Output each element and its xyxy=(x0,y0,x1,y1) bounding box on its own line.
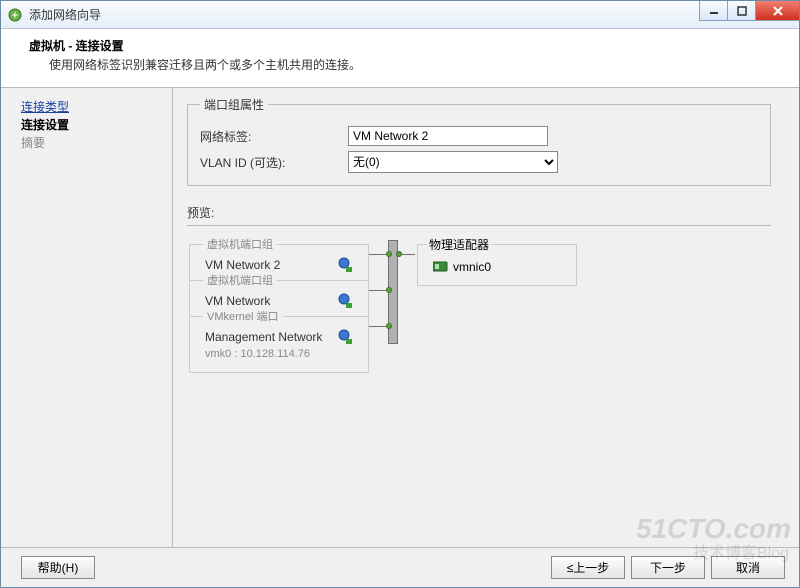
back-button[interactable]: ≤上一步 xyxy=(551,556,625,579)
wizard-body: 连接类型 连接设置 摘要 端口组属性 网络标签: VLAN ID (可选): 无… xyxy=(1,88,799,558)
connector-dot xyxy=(386,287,392,293)
portgroup-fieldset: 端口组属性 网络标签: VLAN ID (可选): 无(0) xyxy=(187,96,771,186)
vmk-detail: vmk0 : 10.128.114.76 xyxy=(199,348,359,364)
portgroup-name-1: VM Network 2 xyxy=(205,258,280,272)
step-summary: 摘要 xyxy=(21,134,160,152)
vmkernel-box: VMkernel 端口 Management Network vmk0 : 10… xyxy=(189,308,369,373)
adapter-name: vmnic0 xyxy=(453,260,491,274)
physical-adapter-box: 物理适配器 vmnic0 xyxy=(417,236,577,286)
wizard-footer: 帮助(H) ≤上一步 下一步 取消 xyxy=(1,547,799,587)
page-title: 虚拟机 - 连接设置 xyxy=(29,37,781,54)
titlebar: 添加网络向导 xyxy=(1,1,799,29)
cancel-button[interactable]: 取消 xyxy=(711,556,785,579)
vmk-name: Management Network xyxy=(205,330,322,344)
wizard-window: 添加网络向导 虚拟机 - 连接设置 使用网络标签识别兼容迁移且两个或多个主机共用… xyxy=(0,0,800,588)
network-icon xyxy=(337,257,353,273)
network-icon xyxy=(337,293,353,309)
network-label-input[interactable] xyxy=(348,126,548,146)
connector-dot xyxy=(396,251,402,257)
maximize-button[interactable] xyxy=(727,1,755,21)
connector-dot xyxy=(386,251,392,257)
vlan-id-select[interactable]: 无(0) xyxy=(348,151,558,173)
minimize-button[interactable] xyxy=(699,1,727,21)
vmkernel-legend: VMkernel 端口 xyxy=(203,308,283,324)
preview-label: 预览: xyxy=(187,204,771,221)
next-button[interactable]: 下一步 xyxy=(631,556,705,579)
adapter-legend: 物理适配器 xyxy=(427,236,491,253)
vm-portgroup-legend-2: 虚拟机端口组 xyxy=(203,272,277,288)
connector-dot xyxy=(386,323,392,329)
network-label-label: 网络标签: xyxy=(200,128,348,145)
preview-box: 虚拟机端口组 VM Network 2 虚拟机端口组 VM xyxy=(187,225,771,415)
vlan-id-label: VLAN ID (可选): xyxy=(200,154,348,171)
close-button[interactable] xyxy=(755,1,799,21)
page-subtitle: 使用网络标签识别兼容迁移且两个或多个主机共用的连接。 xyxy=(29,56,781,73)
nic-icon xyxy=(433,259,449,275)
network-icon xyxy=(337,329,353,345)
portgroup-name-2: VM Network xyxy=(205,294,270,308)
step-connection-type[interactable]: 连接类型 xyxy=(21,98,160,116)
portgroup-legend: 端口组属性 xyxy=(200,96,268,113)
step-connection-settings: 连接设置 xyxy=(21,116,160,134)
window-title: 添加网络向导 xyxy=(29,6,101,23)
app-icon xyxy=(7,7,23,23)
wizard-main: 端口组属性 网络标签: VLAN ID (可选): 无(0) 预览: xyxy=(173,88,799,558)
wizard-header: 虚拟机 - 连接设置 使用网络标签识别兼容迁移且两个或多个主机共用的连接。 xyxy=(1,29,799,88)
help-button[interactable]: 帮助(H) xyxy=(21,556,95,579)
wizard-steps-sidebar: 连接类型 连接设置 摘要 xyxy=(1,88,173,558)
window-controls xyxy=(699,1,799,21)
vm-portgroup-legend-1: 虚拟机端口组 xyxy=(203,236,277,252)
